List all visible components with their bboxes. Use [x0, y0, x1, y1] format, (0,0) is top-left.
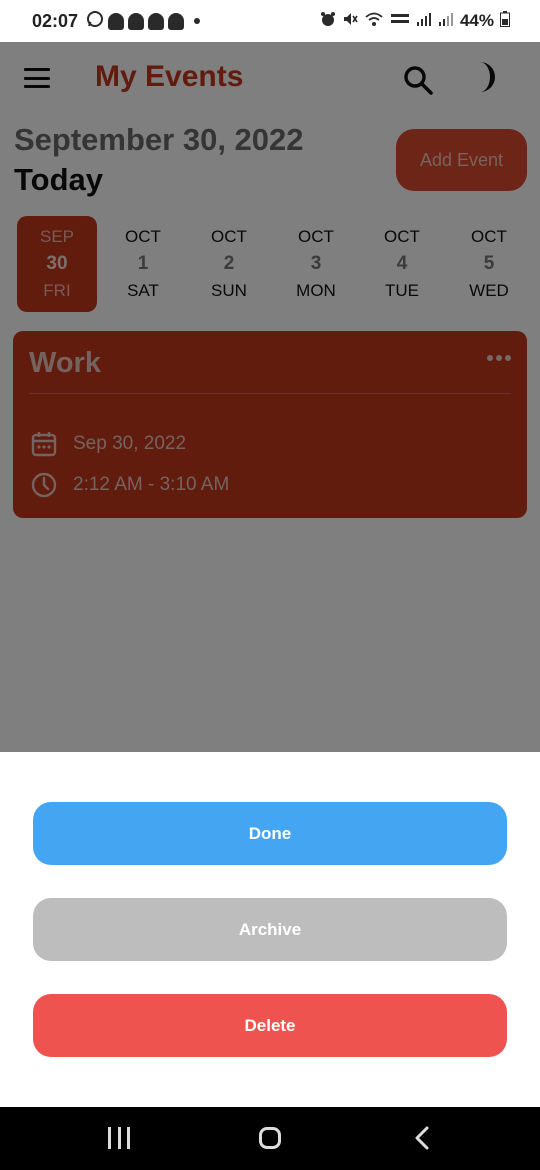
wifi-icon: [364, 11, 384, 32]
lte-icon: [390, 11, 410, 32]
modal-backdrop[interactable]: [0, 42, 540, 752]
battery-icon: [500, 10, 510, 32]
done-button[interactable]: Done: [33, 802, 507, 865]
signal-icon: [438, 11, 454, 32]
battery-percent: 44%: [459, 11, 494, 30]
event-actions-sheet: Done Archive Delete: [0, 752, 540, 1107]
snapchat-icon: [148, 12, 165, 30]
status-right: 44%: [320, 10, 510, 32]
delete-button[interactable]: Delete: [33, 994, 507, 1057]
status-bar: 02:07 44%: [0, 0, 540, 42]
more-notifications-dot-icon: [194, 18, 201, 24]
notification-icons: [86, 10, 201, 33]
whatsapp-icon: [86, 10, 104, 33]
alarm-icon: [320, 11, 336, 32]
status-time: 02:07: [32, 10, 79, 31]
home-icon[interactable]: [259, 1127, 281, 1149]
mute-icon: [342, 11, 358, 32]
snapchat-icon: [128, 12, 145, 30]
back-icon[interactable]: [410, 1125, 434, 1151]
system-nav-bar: [0, 1107, 540, 1170]
snapchat-icon: [108, 12, 125, 30]
archive-button[interactable]: Archive: [33, 898, 507, 961]
signal-icon: [416, 11, 432, 32]
snapchat-icon: [168, 12, 185, 30]
recent-apps-icon[interactable]: [108, 1127, 130, 1149]
